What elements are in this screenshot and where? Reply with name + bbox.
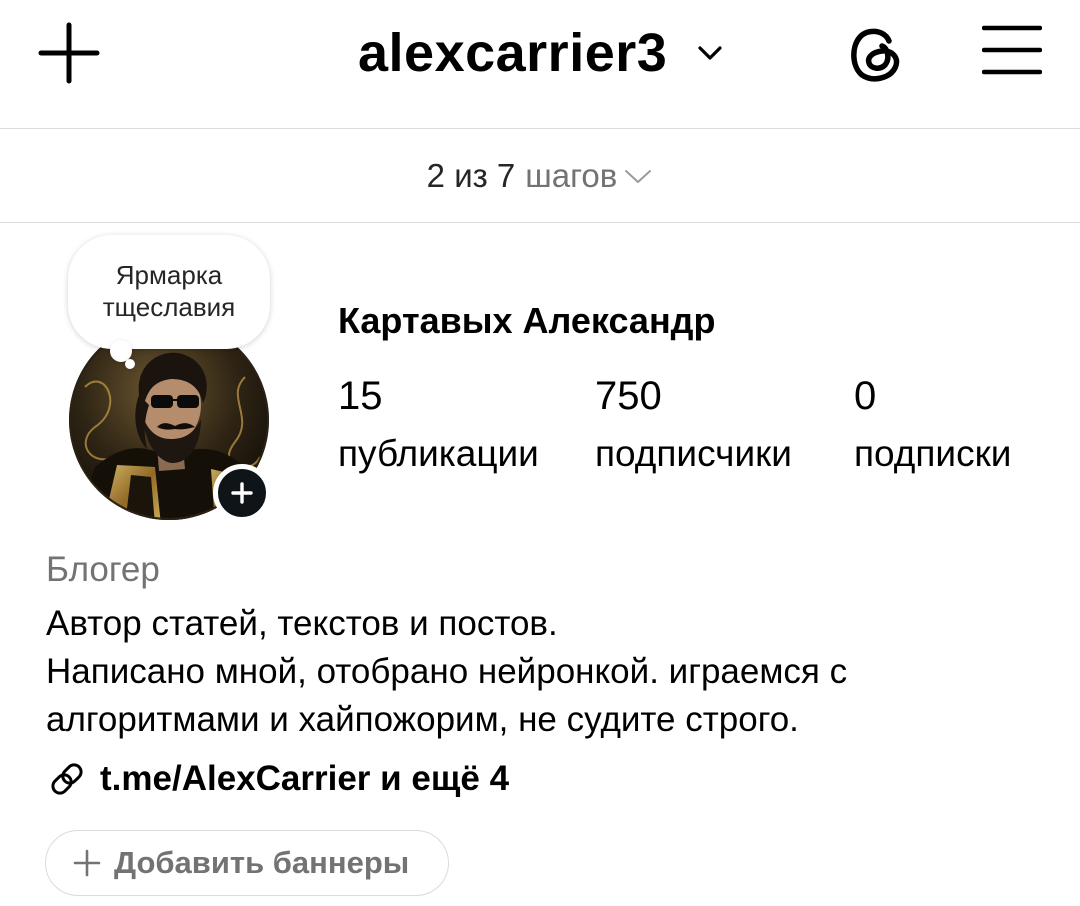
add-banners-label: Добавить баннеры <box>114 845 410 880</box>
steps-progress: 2 из 7 <box>426 157 516 194</box>
stat-value: 750 <box>595 374 662 418</box>
note-text: Ярмарка тщеславия <box>102 260 236 322</box>
threads-icon <box>851 28 900 82</box>
bio-line: Написано мной, отобрано нейронкой. играе… <box>46 652 848 691</box>
stat-following[interactable]: 0 подписки <box>854 372 1011 478</box>
profile-category: Блогер <box>46 550 160 589</box>
stat-followers[interactable]: 750 подписчики <box>595 372 792 478</box>
username: alexcarrier3 <box>358 23 668 83</box>
add-story-button[interactable] <box>213 464 271 522</box>
plus-icon <box>38 22 100 84</box>
header-divider <box>0 128 1080 129</box>
menu-button[interactable] <box>981 22 1043 78</box>
stat-value: 0 <box>854 374 877 418</box>
stat-posts[interactable]: 15 публикации <box>338 372 539 478</box>
chevron-down-icon <box>698 46 722 60</box>
profile-links[interactable]: t.me/AlexCarrier и ещё 4 <box>46 758 509 800</box>
threads-button[interactable] <box>842 20 908 86</box>
plus-icon <box>231 482 253 504</box>
stat-value: 15 <box>338 374 383 418</box>
plus-icon <box>73 849 101 877</box>
steps-divider <box>0 222 1080 223</box>
steps-word: шагов <box>525 157 618 194</box>
bio-line: Автор статей, текстов и постов. <box>46 604 558 643</box>
top-bar: alexcarrier3 <box>0 0 1080 128</box>
profile-note[interactable]: Ярмарка тщеславия <box>68 235 270 349</box>
link-icon <box>51 763 83 795</box>
account-switcher[interactable]: alexcarrier3 <box>358 18 723 88</box>
onboarding-steps[interactable]: 2 из 7 шагов <box>0 130 1080 222</box>
add-banners-button[interactable]: Добавить баннеры <box>45 830 449 896</box>
bio-line: алгоритмами и хайпожорим, не судите стро… <box>46 700 799 739</box>
hamburger-menu-icon <box>981 25 1043 75</box>
bio: Автор статей, текстов и постов. Написано… <box>46 600 847 744</box>
stat-label: подписчики <box>595 433 792 474</box>
create-button[interactable] <box>38 22 100 84</box>
stat-label: публикации <box>338 433 539 474</box>
link-text: t.me/AlexCarrier и ещё 4 <box>100 759 510 798</box>
note-bubble-dot-small <box>125 359 135 369</box>
chevron-down-icon <box>625 170 652 183</box>
stat-label: подписки <box>854 433 1012 474</box>
full-name: Картавых Александр <box>338 300 716 341</box>
